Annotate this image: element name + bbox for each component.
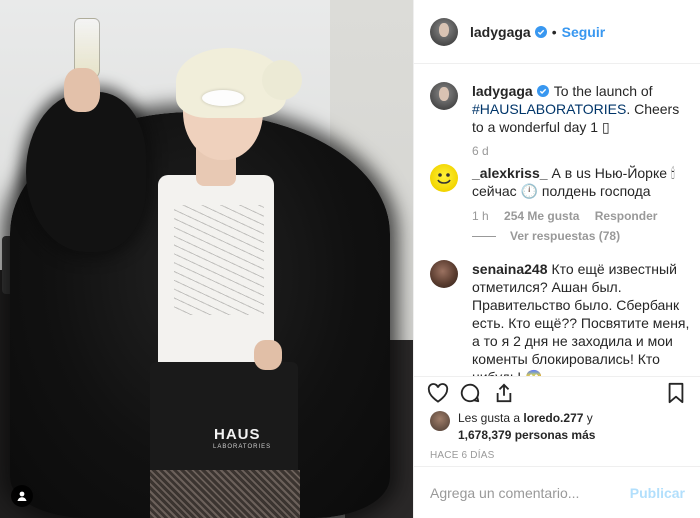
comment-avatar[interactable] [430, 260, 458, 288]
comment-row: _alexkriss_ А в us Нью-Йорке 🕯 сейчас 🕛 п… [430, 164, 692, 200]
bookmark-icon[interactable] [664, 381, 688, 405]
skirt-brand-subtext: LABORATORIES [213, 444, 272, 450]
caption-verified-icon [536, 85, 549, 97]
caption-author-avatar[interactable] [430, 82, 458, 110]
comment-input[interactable] [430, 484, 622, 501]
comment-text: Кто ещё известный отметился? Ашан был. П… [472, 261, 690, 376]
like-heart-icon[interactable] [426, 381, 450, 405]
caption-row: ladygaga To the launch of #HAUSLABORATORI… [430, 82, 692, 136]
fur-coat-sleeve [26, 92, 146, 252]
reply-button[interactable]: Responder [595, 209, 658, 223]
instagram-post-window: HAUS LABORATORIES ladygaga • Seguir lady… [0, 0, 700, 518]
comment-body: senaina248 Кто ещё известный отметился? А… [472, 260, 692, 376]
author-avatar[interactable] [430, 17, 458, 46]
comment-age[interactable]: 1 h [472, 209, 489, 223]
likes-count[interactable]: 1,678,379 personas más [458, 428, 595, 442]
view-replies-button[interactable]: Ver respuestas (78) [472, 229, 620, 243]
caption-age[interactable]: 6 d [472, 144, 489, 158]
liker-avatar[interactable] [430, 411, 450, 431]
tshirt-print [174, 205, 264, 315]
action-bar [414, 376, 700, 408]
post-photo[interactable]: HAUS LABORATORIES [0, 0, 413, 518]
tagged-users-icon[interactable] [11, 485, 33, 507]
comment-username[interactable]: senaina248 [472, 261, 548, 277]
raised-hand [64, 68, 100, 112]
comment-likes[interactable]: 254 Me gusta [504, 209, 579, 223]
caption-body: ladygaga To the launch of #HAUSLABORATORI… [472, 82, 692, 136]
liker-username[interactable]: loredo.277 [523, 411, 583, 425]
likes-prefix: Les gusta a [458, 411, 524, 425]
post-header: ladygaga • Seguir [414, 0, 700, 64]
header-separator: • [551, 23, 557, 40]
comments-list[interactable]: ladygaga To the launch of #HAUSLABORATORI… [414, 64, 700, 376]
hand-on-hip [254, 340, 282, 370]
comment-bubble-icon[interactable] [458, 381, 482, 405]
reply-divider-line [472, 236, 496, 238]
comment-row: senaina248 Кто ещё известный отметился? А… [430, 260, 692, 376]
comment-meta: 1 h 254 Me gusta Responder [472, 209, 657, 223]
likes-middle: y [583, 411, 593, 425]
under-eye-patch [202, 90, 244, 106]
post-timestamp[interactable]: HACE 6 DÍAS [430, 450, 494, 461]
hair-bun [262, 60, 302, 100]
comment-body: _alexkriss_ А в us Нью-Йорке 🕯 сейчас 🕛 п… [472, 164, 692, 200]
fishnet-legs [150, 470, 300, 518]
follow-button[interactable]: Seguir [562, 24, 606, 40]
view-replies-label: Ver respuestas (78) [510, 229, 621, 243]
skirt-brand-text: HAUS [214, 426, 261, 443]
add-comment-bar: Publicar [414, 466, 700, 518]
leather-skirt [150, 362, 298, 480]
caption-hashtag[interactable]: #HAUSLABORATORIES [472, 101, 626, 117]
caption-username[interactable]: ladygaga [472, 83, 533, 99]
publish-button[interactable]: Publicar [630, 485, 685, 501]
likes-text: Les gusta a loredo.277 y 1,678,379 perso… [458, 410, 595, 444]
comment-username[interactable]: _alexkriss_ [472, 165, 548, 181]
share-icon[interactable] [492, 381, 516, 405]
likes-summary: Les gusta a loredo.277 y 1,678,379 perso… [430, 410, 690, 444]
comment-avatar-smiley-icon[interactable] [430, 164, 458, 192]
author-username[interactable]: ladygaga [470, 24, 531, 40]
caption-text-start: To the launch of [553, 83, 653, 99]
post-side-panel: ladygaga • Seguir ladygaga To the launch … [413, 0, 700, 518]
verified-badge-icon [534, 25, 547, 38]
